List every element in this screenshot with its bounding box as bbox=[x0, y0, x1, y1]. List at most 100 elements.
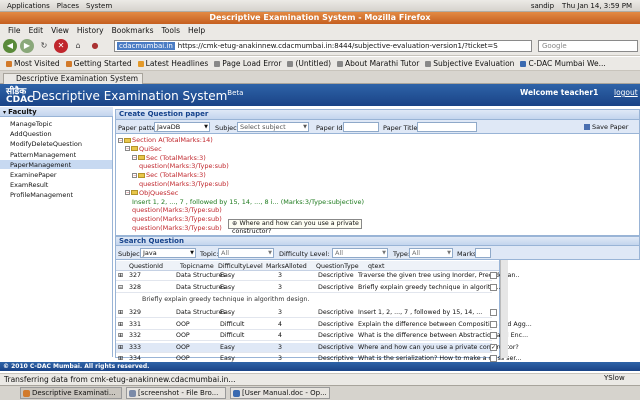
tree-section-node[interactable]: − Sec (TotalMarks:3) bbox=[132, 171, 206, 179]
menu-file[interactable]: File bbox=[8, 26, 21, 35]
menu-bookmarks[interactable]: Bookmarks bbox=[112, 26, 154, 35]
task-user-manual[interactable]: [User Manual.doc - Op... bbox=[230, 387, 330, 399]
menu-edit[interactable]: Edit bbox=[29, 26, 44, 35]
row-expander-icon[interactable]: ⊞ bbox=[118, 355, 123, 362]
sidebar-item-examresult[interactable]: ExamResult bbox=[10, 181, 48, 189]
bookmark-getting-started[interactable]: Getting Started bbox=[65, 59, 132, 68]
cdac-logo: सीडैक CDAC bbox=[6, 87, 34, 105]
row-expander-icon[interactable]: ⊞ bbox=[118, 332, 123, 339]
cell-diff: Easy bbox=[220, 283, 235, 291]
cell-marks: 4 bbox=[278, 332, 283, 339]
chevron-down-icon: ▼ bbox=[268, 250, 272, 256]
col-questionid[interactable]: QuestionId bbox=[129, 263, 163, 270]
row-expander-icon[interactable]: ⊞ bbox=[118, 309, 123, 316]
row-select-checkbox[interactable] bbox=[490, 320, 497, 328]
page-icon bbox=[337, 60, 344, 67]
task-descriptive-examination[interactable]: Descriptive Examinati... bbox=[20, 387, 122, 399]
menu-tools[interactable]: Tools bbox=[162, 26, 180, 35]
paper-title-input[interactable] bbox=[417, 122, 477, 132]
bookmark-most-visited[interactable]: Most Visited bbox=[6, 59, 60, 68]
tree-section-node[interactable]: − QuiSec bbox=[125, 145, 162, 153]
row-select-checkbox[interactable] bbox=[490, 355, 497, 362]
bookmark-subjective-evaluation[interactable]: Subjective Evaluation bbox=[425, 59, 514, 68]
forward-icon[interactable]: ▶ bbox=[20, 38, 34, 53]
bookmark-untitled[interactable]: (Untitled) bbox=[287, 59, 331, 68]
row-expander-icon[interactable]: ⊟ bbox=[118, 284, 123, 291]
tree-question-node[interactable]: question(Marks:3/Type:sub) bbox=[132, 215, 222, 223]
sidebar-item-addquestion[interactable]: AddQuestion bbox=[10, 130, 52, 138]
search-marks-input[interactable] bbox=[475, 248, 491, 258]
sidebar-item-examinepaper[interactable]: ExaminePaper bbox=[10, 171, 57, 179]
col-questiontype[interactable]: QuestionType bbox=[316, 263, 359, 270]
row-select-checkbox[interactable] bbox=[490, 283, 497, 291]
bookmark-latest-headlines[interactable]: Latest Headlines bbox=[137, 59, 208, 68]
menu-view[interactable]: View bbox=[51, 26, 69, 35]
bookmark-page-load-error[interactable]: Page Load Error bbox=[214, 59, 281, 68]
sidebar-header[interactable]: ▾ Faculty bbox=[0, 107, 113, 117]
tree-question-node[interactable]: question(Marks:3/Type:sub) bbox=[139, 162, 229, 170]
expand-toggle-icon[interactable]: − bbox=[125, 146, 130, 152]
chevron-down-icon: ▼ bbox=[382, 250, 386, 256]
row-select-checkbox[interactable]: ✓ bbox=[490, 343, 497, 351]
tree-section-node[interactable]: − ObjQuesSec bbox=[125, 189, 178, 197]
home-icon[interactable]: ⌂ bbox=[71, 39, 85, 53]
bookmark-marathi-tutor[interactable]: About Marathi Tutor bbox=[337, 59, 419, 68]
row-expander-icon[interactable]: ⊞ bbox=[118, 344, 123, 351]
bookmarks-toolbar: Most Visited Getting Started Latest Head… bbox=[0, 57, 640, 71]
panel-applications-menu[interactable]: Applications bbox=[7, 2, 50, 10]
back-icon[interactable]: ◀ bbox=[3, 38, 17, 53]
search-difficulty-select[interactable]: All ▼ bbox=[332, 248, 388, 258]
tab-descriptive-examination[interactable]: Descriptive Examination System bbox=[3, 73, 143, 84]
menu-help[interactable]: Help bbox=[188, 26, 205, 35]
row-select-checkbox[interactable] bbox=[490, 332, 497, 339]
url-bar[interactable]: cdacmumbai.in https://cmk-etug-anakinnew.… bbox=[114, 40, 532, 52]
logout-link[interactable]: logout bbox=[614, 88, 638, 97]
panel-places-menu[interactable]: Places bbox=[57, 2, 79, 10]
reload-icon[interactable]: ↻ bbox=[37, 39, 51, 53]
paper-pattern-select[interactable]: JavaDB ▼ bbox=[154, 122, 210, 132]
expand-toggle-icon[interactable]: − bbox=[132, 172, 137, 178]
col-topicname[interactable]: Topicname bbox=[180, 263, 214, 270]
save-paper-button[interactable]: Save Paper bbox=[584, 123, 628, 131]
col-marksalloted[interactable]: MarksAlloted bbox=[266, 263, 307, 270]
panel-user[interactable]: sandip bbox=[531, 2, 554, 10]
tree-section-node[interactable]: − Section A(TotalMarks:14) bbox=[118, 136, 213, 144]
subject-select[interactable]: Select subject ▼ bbox=[237, 122, 309, 132]
expand-toggle-icon[interactable]: − bbox=[118, 137, 123, 143]
sidebar-item-papermanagement[interactable]: PaperManagement bbox=[10, 161, 71, 169]
row-detail-text: Briefly explain greedy technique in algo… bbox=[142, 296, 310, 303]
stop-icon[interactable]: ✕ bbox=[54, 38, 68, 53]
search-subject-select[interactable]: Java ▼ bbox=[140, 248, 196, 258]
col-difficultylevel[interactable]: DifficultyLevel bbox=[218, 263, 263, 270]
search-topic-select[interactable]: All ▼ bbox=[218, 248, 274, 258]
addon-icon[interactable]: ● bbox=[88, 39, 102, 53]
panel-clock[interactable]: Thu Jan 14, 3:59 PM bbox=[562, 2, 632, 10]
col-qtext[interactable]: qtext bbox=[368, 263, 384, 270]
row-expander-icon[interactable]: ⊞ bbox=[118, 321, 123, 328]
cell-topic: OOP bbox=[176, 343, 190, 351]
sidebar-item-profilemanagement[interactable]: ProfileManagement bbox=[10, 191, 73, 199]
tree-question-node[interactable]: question(Marks:3/Type:sub) bbox=[139, 180, 229, 188]
site-identity-badge[interactable]: cdacmumbai.in bbox=[117, 42, 175, 50]
search-input[interactable]: Google bbox=[538, 40, 638, 52]
tree-section-node[interactable]: − Sec (TotalMarks:3) bbox=[132, 154, 206, 162]
row-select-checkbox[interactable] bbox=[490, 272, 497, 279]
expand-toggle-icon[interactable]: − bbox=[132, 155, 137, 161]
yslow-button[interactable]: YSlow bbox=[604, 374, 625, 382]
panel-system-menu[interactable]: System bbox=[86, 2, 112, 10]
tree-question-node[interactable]: question(Marks:3/Type:sub) bbox=[132, 224, 222, 232]
expand-toggle-icon[interactable]: − bbox=[125, 190, 130, 196]
grid-scrollbar[interactable] bbox=[500, 260, 508, 358]
paper-id-input[interactable] bbox=[343, 122, 379, 132]
sidebar-item-modifydeletequestion[interactable]: ModifyDeleteQuestion bbox=[10, 140, 82, 148]
row-select-checkbox[interactable] bbox=[490, 309, 497, 316]
search-type-select[interactable]: All ▼ bbox=[409, 248, 453, 258]
tree-question-node[interactable]: question(Marks:3/Type:sub) bbox=[132, 206, 222, 214]
bookmark-cdac-mumbai[interactable]: C-DAC Mumbai We... bbox=[520, 59, 606, 68]
sidebar-item-patternmanagement[interactable]: PatternManagement bbox=[10, 151, 76, 159]
row-expander-icon[interactable]: ⊞ bbox=[118, 272, 123, 279]
tree-question-node[interactable]: Insert 1, 2, ..., 7 , followed by 15, 14… bbox=[132, 198, 364, 206]
menu-history[interactable]: History bbox=[77, 26, 104, 35]
sidebar-item-managetopic[interactable]: ManageTopic bbox=[10, 120, 52, 128]
task-screenshot-file-browser[interactable]: [screenshot - File Bro... bbox=[126, 387, 226, 399]
